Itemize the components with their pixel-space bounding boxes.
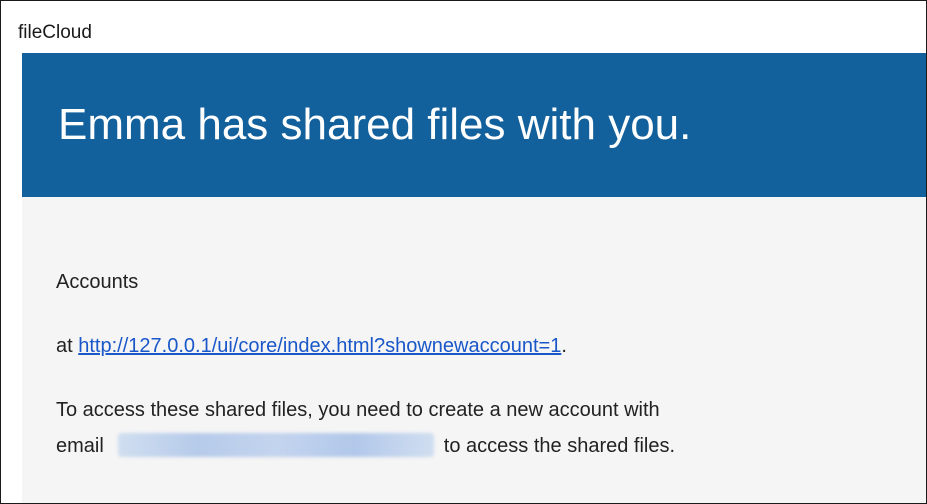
email-prefix: email bbox=[56, 435, 104, 457]
email-suffix: to access the shared files. bbox=[443, 435, 676, 457]
redacted-email bbox=[117, 433, 434, 457]
email-body: Accounts at http://127.0.0.1/ui/core/ind… bbox=[22, 197, 926, 503]
access-instructions: To access these shared files, you need t… bbox=[56, 399, 660, 421]
accounts-label: Accounts bbox=[56, 271, 139, 293]
app-name: fileCloud bbox=[18, 22, 92, 43]
account-link-line: at http://127.0.0.1/ui/core/index.html?s… bbox=[56, 331, 567, 361]
new-account-link[interactable]: http://127.0.0.1/ui/core/index.html?show… bbox=[78, 335, 561, 357]
at-prefix: at bbox=[56, 335, 79, 357]
header-banner: Emma has shared files with you. bbox=[22, 53, 926, 197]
email-frame: fileCloud Emma has shared files with you… bbox=[0, 0, 927, 504]
banner-title: Emma has shared files with you. bbox=[58, 100, 692, 149]
email-line: email to access the shared files. bbox=[56, 431, 675, 461]
at-suffix: . bbox=[561, 335, 567, 357]
